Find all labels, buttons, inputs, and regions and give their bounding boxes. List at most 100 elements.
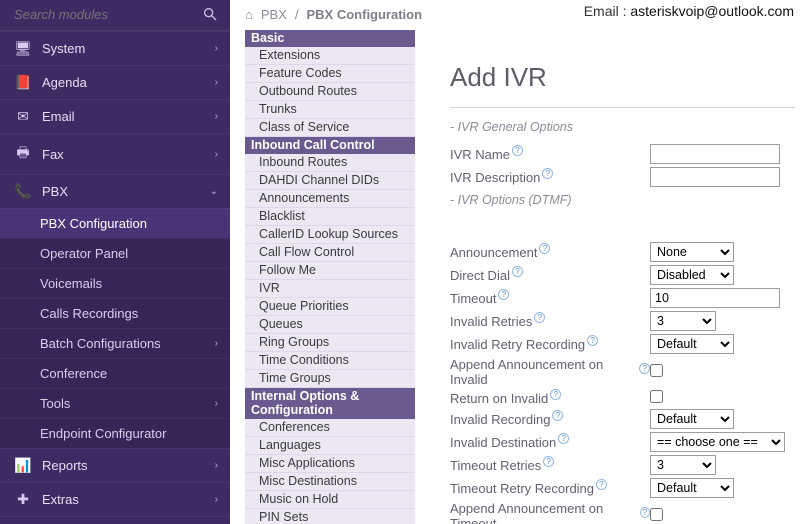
label-invalid-retries: Invalid Retries <box>450 314 532 329</box>
module-link-dahdi-channel-dids[interactable]: DAHDI Channel DIDs <box>245 172 415 190</box>
ivr-desc-input[interactable] <box>650 167 780 187</box>
module-link-follow-me[interactable]: Follow Me <box>245 262 415 280</box>
home-icon[interactable]: ⌂ <box>245 7 253 22</box>
announcement-select[interactable]: None <box>650 242 734 262</box>
module-header: Basic <box>245 30 415 47</box>
nav-subitem-tools[interactable]: Tools› <box>0 388 230 418</box>
label-timeout: Timeout <box>450 291 496 306</box>
label-timeout-retry-rec: Timeout Retry Recording <box>450 481 594 496</box>
nav-label: PBX <box>42 184 210 199</box>
label-invalid-rec: Invalid Recording <box>450 412 550 427</box>
nav-subitem-endpoint-configurator[interactable]: Endpoint Configurator <box>0 418 230 448</box>
nav-label: Fax <box>42 147 215 162</box>
append-invalid-check[interactable] <box>650 364 663 377</box>
ivr-name-input[interactable] <box>650 144 780 164</box>
append-timeout-check[interactable] <box>650 508 663 521</box>
nav-sublabel: PBX Configuration <box>40 216 218 231</box>
email-link[interactable]: asteriskvoip@outlook.com <box>630 3 794 19</box>
module-link-class-of-service[interactable]: Class of Service <box>245 119 415 137</box>
nav-icon: 📊 <box>14 457 32 474</box>
module-link-ring-groups[interactable]: Ring Groups <box>245 334 415 352</box>
divider <box>450 107 795 108</box>
module-link-conferences[interactable]: Conferences <box>245 419 415 437</box>
module-link-callerid-lookup-sources[interactable]: CallerID Lookup Sources <box>245 226 415 244</box>
help-icon[interactable]: ? <box>596 479 607 490</box>
chevron-right-icon: › <box>215 77 218 88</box>
module-link-music-on-hold[interactable]: Music on Hold <box>245 491 415 509</box>
module-link-time-groups[interactable]: Time Groups <box>245 370 415 388</box>
label-append-timeout: Append Announcement on Timeout <box>450 501 638 524</box>
module-header: Inbound Call Control <box>245 137 415 154</box>
breadcrumb-sep: / <box>295 7 299 22</box>
help-icon[interactable]: ? <box>558 433 569 444</box>
help-icon[interactable]: ? <box>512 145 523 156</box>
nav-item-agenda[interactable]: 📕Agenda› <box>0 65 230 99</box>
help-icon[interactable]: ? <box>587 335 598 346</box>
help-icon[interactable]: ? <box>639 363 650 374</box>
label-direct-dial: Direct Dial <box>450 268 510 283</box>
nav-item-pbx[interactable]: 📞PBX⌄ <box>0 174 230 208</box>
module-link-time-conditions[interactable]: Time Conditions <box>245 352 415 370</box>
return-invalid-check[interactable] <box>650 390 663 403</box>
nav-item-system[interactable]: 🖥System› <box>0 31 230 65</box>
invalid-rec-select[interactable]: Default <box>650 409 734 429</box>
nav-sublabel: Calls Recordings <box>40 306 218 321</box>
label-ivr-desc: IVR Description <box>450 170 540 185</box>
timeout-input[interactable] <box>650 288 780 308</box>
module-link-languages[interactable]: Languages <box>245 437 415 455</box>
help-icon[interactable]: ? <box>512 266 523 277</box>
sidebar-search[interactable] <box>0 0 230 31</box>
chevron-right-icon: › <box>215 460 218 471</box>
timeout-retry-rec-select[interactable]: Default <box>650 478 734 498</box>
module-link-misc-applications[interactable]: Misc Applications <box>245 455 415 473</box>
search-input[interactable] <box>14 7 202 22</box>
breadcrumb-pbx[interactable]: PBX <box>261 7 287 22</box>
help-icon[interactable]: ? <box>539 243 550 254</box>
invalid-retry-rec-select[interactable]: Default <box>650 334 734 354</box>
module-link-extensions[interactable]: Extensions <box>245 47 415 65</box>
chevron-right-icon: › <box>215 398 218 409</box>
module-link-feature-codes[interactable]: Feature Codes <box>245 65 415 83</box>
module-link-queue-priorities[interactable]: Queue Priorities <box>245 298 415 316</box>
direct-dial-select[interactable]: Disabled <box>650 265 734 285</box>
help-icon[interactable]: ? <box>552 410 563 421</box>
nav-subitem-voicemails[interactable]: Voicemails <box>0 268 230 298</box>
nav-item-extras[interactable]: ✚Extras› <box>0 482 230 516</box>
nav-sublabel: Batch Configurations <box>40 336 215 351</box>
module-link-announcements[interactable]: Announcements <box>245 190 415 208</box>
help-icon[interactable]: ? <box>534 312 545 323</box>
main-panel: Add IVR - IVR General Options IVR Name? … <box>450 50 795 524</box>
module-link-ivr[interactable]: IVR <box>245 280 415 298</box>
nav-subitem-calls-recordings[interactable]: Calls Recordings <box>0 298 230 328</box>
help-icon[interactable]: ? <box>550 389 561 400</box>
help-icon[interactable]: ? <box>640 507 650 518</box>
nav-sublabel: Operator Panel <box>40 246 218 261</box>
nav-label: Reports <box>42 458 215 473</box>
module-link-misc-destinations[interactable]: Misc Destinations <box>245 473 415 491</box>
nav-item-fax[interactable]: 🖶Fax› <box>0 133 230 174</box>
invalid-retries-select[interactable]: 3 <box>650 311 716 331</box>
help-icon[interactable]: ? <box>498 289 509 300</box>
module-link-blacklist[interactable]: Blacklist <box>245 208 415 226</box>
nav-subitem-batch-configurations[interactable]: Batch Configurations› <box>0 328 230 358</box>
nav-item-addons[interactable]: ⧉Addons› <box>0 516 230 524</box>
nav-sublabel: Voicemails <box>40 276 218 291</box>
label-invalid-dest: Invalid Destination <box>450 435 556 450</box>
module-link-inbound-routes[interactable]: Inbound Routes <box>245 154 415 172</box>
help-icon[interactable]: ? <box>542 168 553 179</box>
module-link-trunks[interactable]: Trunks <box>245 101 415 119</box>
module-link-outbound-routes[interactable]: Outbound Routes <box>245 83 415 101</box>
module-link-call-flow-control[interactable]: Call Flow Control <box>245 244 415 262</box>
timeout-retries-select[interactable]: 3 <box>650 455 716 475</box>
module-link-queues[interactable]: Queues <box>245 316 415 334</box>
help-icon[interactable]: ? <box>543 456 554 467</box>
module-link-pin-sets[interactable]: PIN Sets <box>245 509 415 524</box>
nav-item-email[interactable]: ✉Email› <box>0 99 230 133</box>
invalid-dest-select[interactable]: == choose one == <box>650 432 785 452</box>
nav-item-reports[interactable]: 📊 Reports› <box>0 448 230 482</box>
nav-icon: 🖥 <box>14 40 32 57</box>
chevron-down-icon: ⌄ <box>210 186 218 197</box>
nav-subitem-operator-panel[interactable]: Operator Panel <box>0 238 230 268</box>
nav-subitem-conference[interactable]: Conference <box>0 358 230 388</box>
nav-subitem-pbx-configuration[interactable]: PBX Configuration <box>0 208 230 238</box>
